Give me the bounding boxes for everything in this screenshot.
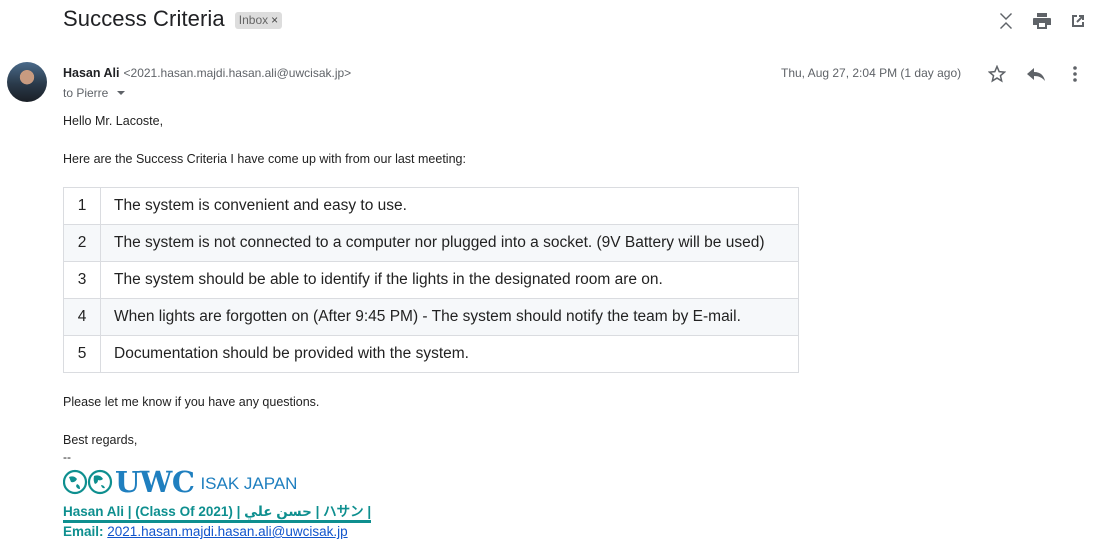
criteria-number: 5: [63, 335, 101, 373]
criteria-text: When lights are forgotten on (After 9:45…: [100, 298, 799, 336]
sender-name[interactable]: Hasan Ali: [63, 66, 120, 80]
globe-logo-icon: [63, 469, 113, 495]
logo-isak-japan: ISAK JAPAN: [200, 474, 298, 493]
more-vert-icon[interactable]: [1064, 63, 1085, 84]
remove-label-icon[interactable]: ×: [271, 13, 278, 27]
criteria-number: 3: [63, 261, 101, 299]
message-date: Thu, Aug 27, 2:04 PM (1 day ago): [781, 66, 962, 80]
table-row: 1 The system is convenient and easy to u…: [63, 187, 799, 225]
criteria-text: The system is convenient and easy to use…: [100, 187, 799, 225]
uwc-isak-logo: UWC ISAK JAPAN: [63, 465, 297, 499]
recipients: to Pierre: [63, 86, 109, 100]
collapse-icon[interactable]: [995, 10, 1016, 31]
criteria-number: 4: [63, 298, 101, 336]
open-in-new-icon[interactable]: [1067, 10, 1088, 31]
inbox-label: Inbox: [238, 13, 269, 27]
intro-text: Here are the Success Criteria I have com…: [63, 152, 466, 166]
thread-toolbar: [995, 10, 1088, 31]
recipients-line: to Pierre: [63, 86, 126, 100]
criteria-text: The system should be able to identify if…: [100, 261, 799, 299]
star-icon[interactable]: [986, 63, 1007, 84]
criteria-number: 2: [63, 224, 101, 262]
signature-name: Hasan Ali | (Class Of 2021) | حسن علي | …: [63, 504, 372, 523]
print-icon[interactable]: [1031, 10, 1052, 31]
closing-text: Please let me know if you have any quest…: [63, 395, 320, 409]
chevron-down-icon[interactable]: [117, 91, 126, 95]
signature-email-link[interactable]: 2021.hasan.majdi.hasan.ali@uwcisak.jp: [107, 524, 347, 539]
signature-email-label: Email: [63, 524, 100, 539]
sender-email: <2021.hasan.majdi.hasan.ali@uwcisak.jp>: [123, 66, 352, 80]
email-subject: Success Criteria: [63, 6, 225, 31]
table-row: 4 When lights are forgotten on (After 9:…: [63, 298, 799, 336]
sender-line: Hasan Ali <2021.hasan.majdi.hasan.ali@uw…: [63, 66, 351, 80]
signature-separator: --: [63, 450, 71, 464]
subject-row: Success Criteria Inbox ×: [63, 6, 283, 32]
greeting: Hello Mr. Lacoste,: [63, 114, 164, 128]
table-row: 5 Documentation should be provided with …: [63, 335, 799, 373]
table-row: 2 The system is not connected to a compu…: [63, 224, 799, 262]
criteria-text: The system is not connected to a compute…: [100, 224, 799, 262]
regards-text: Best regards,: [63, 433, 138, 447]
inbox-label-chip[interactable]: Inbox ×: [234, 12, 283, 29]
avatar[interactable]: [7, 62, 47, 102]
logo-uwc: UWC: [115, 465, 195, 499]
reply-icon[interactable]: [1025, 63, 1046, 84]
criteria-number: 1: [63, 187, 101, 225]
criteria-text: Documentation should be provided with th…: [100, 335, 799, 373]
message-actions: [986, 63, 1085, 84]
table-row: 3 The system should be able to identify …: [63, 261, 799, 299]
signature-email-line: Email: 2021.hasan.majdi.hasan.ali@uwcisa…: [63, 524, 348, 539]
criteria-table: 1 The system is convenient and easy to u…: [63, 187, 799, 373]
